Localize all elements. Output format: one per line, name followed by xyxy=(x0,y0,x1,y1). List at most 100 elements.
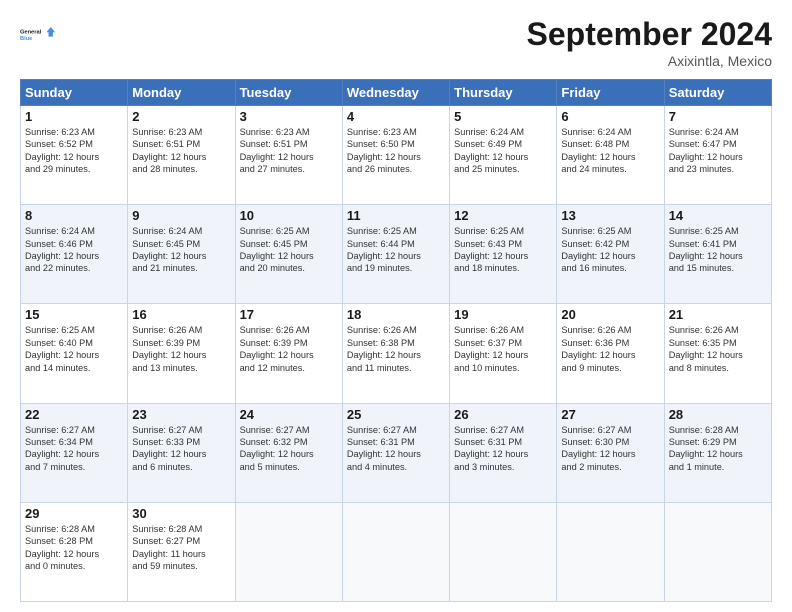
page: General Blue September 2024 Axixintla, M… xyxy=(0,0,792,612)
day-cell: 22 Sunrise: 6:27 AM Sunset: 6:34 PM Dayli… xyxy=(21,403,128,502)
logo: General Blue xyxy=(20,16,56,52)
day-cell: 24 Sunrise: 6:27 AM Sunset: 6:32 PM Dayli… xyxy=(235,403,342,502)
day-number: 12 xyxy=(454,208,552,223)
day-number: 3 xyxy=(240,109,338,124)
day-cell: 20 Sunrise: 6:26 AM Sunset: 6:36 PM Dayli… xyxy=(557,304,664,403)
day-cell: 3 Sunrise: 6:23 AM Sunset: 6:51 PM Daylig… xyxy=(235,106,342,205)
day-info: Sunrise: 6:28 AM Sunset: 6:28 PM Dayligh… xyxy=(25,523,123,573)
day-cell: 28 Sunrise: 6:28 AM Sunset: 6:29 PM Dayli… xyxy=(664,403,771,502)
day-cell: 30Sunrise: 6:28 AM Sunset: 6:27 PM Dayli… xyxy=(128,502,235,601)
day-info: Sunrise: 6:25 AM Sunset: 6:41 PM Dayligh… xyxy=(669,225,767,275)
day-number: 26 xyxy=(454,407,552,422)
day-info: Sunrise: 6:23 AM Sunset: 6:52 PM Dayligh… xyxy=(25,126,123,176)
col-header-sunday: Sunday xyxy=(21,80,128,106)
day-cell: 21Sunrise: 6:26 AM Sunset: 6:35 PM Dayli… xyxy=(664,304,771,403)
day-cell: 15 Sunrise: 6:25 AM Sunset: 6:40 PM Dayli… xyxy=(21,304,128,403)
week-row-1: 1 Sunrise: 6:23 AM Sunset: 6:52 PM Daylig… xyxy=(21,106,772,205)
day-number: 24 xyxy=(240,407,338,422)
day-cell: 23 Sunrise: 6:27 AM Sunset: 6:33 PM Dayli… xyxy=(128,403,235,502)
day-info: Sunrise: 6:28 AM Sunset: 6:29 PM Dayligh… xyxy=(669,424,767,474)
col-header-monday: Monday xyxy=(128,80,235,106)
week-row-5: 29Sunrise: 6:28 AM Sunset: 6:28 PM Dayli… xyxy=(21,502,772,601)
week-row-2: 8 Sunrise: 6:24 AM Sunset: 6:46 PM Daylig… xyxy=(21,205,772,304)
day-number: 18 xyxy=(347,307,445,322)
day-info: Sunrise: 6:26 AM Sunset: 6:37 PM Dayligh… xyxy=(454,324,552,374)
day-number: 19 xyxy=(454,307,552,322)
day-cell: 11 Sunrise: 6:25 AM Sunset: 6:44 PM Dayli… xyxy=(342,205,449,304)
day-cell: 12 Sunrise: 6:25 AM Sunset: 6:43 PM Dayli… xyxy=(450,205,557,304)
day-number: 10 xyxy=(240,208,338,223)
day-number: 1 xyxy=(25,109,123,124)
day-cell: 27Sunrise: 6:27 AM Sunset: 6:30 PM Dayli… xyxy=(557,403,664,502)
day-cell: 25 Sunrise: 6:27 AM Sunset: 6:31 PM Dayli… xyxy=(342,403,449,502)
day-info: Sunrise: 6:27 AM Sunset: 6:31 PM Dayligh… xyxy=(347,424,445,474)
day-info: Sunrise: 6:26 AM Sunset: 6:36 PM Dayligh… xyxy=(561,324,659,374)
day-info: Sunrise: 6:24 AM Sunset: 6:48 PM Dayligh… xyxy=(561,126,659,176)
location: Axixintla, Mexico xyxy=(527,53,772,69)
day-number: 16 xyxy=(132,307,230,322)
day-cell: 18Sunrise: 6:26 AM Sunset: 6:38 PM Dayli… xyxy=(342,304,449,403)
day-info: Sunrise: 6:27 AM Sunset: 6:34 PM Dayligh… xyxy=(25,424,123,474)
day-number: 23 xyxy=(132,407,230,422)
day-number: 8 xyxy=(25,208,123,223)
day-info: Sunrise: 6:26 AM Sunset: 6:39 PM Dayligh… xyxy=(240,324,338,374)
day-cell: 14Sunrise: 6:25 AM Sunset: 6:41 PM Dayli… xyxy=(664,205,771,304)
calendar: SundayMondayTuesdayWednesdayThursdayFrid… xyxy=(20,79,772,602)
day-info: Sunrise: 6:23 AM Sunset: 6:51 PM Dayligh… xyxy=(240,126,338,176)
day-cell: 7 Sunrise: 6:24 AM Sunset: 6:47 PM Daylig… xyxy=(664,106,771,205)
day-cell xyxy=(557,502,664,601)
day-number: 4 xyxy=(347,109,445,124)
title-block: September 2024 Axixintla, Mexico xyxy=(527,16,772,69)
day-number: 11 xyxy=(347,208,445,223)
day-cell: 19 Sunrise: 6:26 AM Sunset: 6:37 PM Dayli… xyxy=(450,304,557,403)
day-info: Sunrise: 6:25 AM Sunset: 6:40 PM Dayligh… xyxy=(25,324,123,374)
day-info: Sunrise: 6:24 AM Sunset: 6:47 PM Dayligh… xyxy=(669,126,767,176)
day-number: 6 xyxy=(561,109,659,124)
day-cell xyxy=(450,502,557,601)
day-info: Sunrise: 6:27 AM Sunset: 6:32 PM Dayligh… xyxy=(240,424,338,474)
day-number: 5 xyxy=(454,109,552,124)
day-cell: 29Sunrise: 6:28 AM Sunset: 6:28 PM Dayli… xyxy=(21,502,128,601)
day-info: Sunrise: 6:24 AM Sunset: 6:45 PM Dayligh… xyxy=(132,225,230,275)
col-header-tuesday: Tuesday xyxy=(235,80,342,106)
day-cell: 2Sunrise: 6:23 AM Sunset: 6:51 PM Daylig… xyxy=(128,106,235,205)
day-cell: 10 Sunrise: 6:25 AM Sunset: 6:45 PM Dayli… xyxy=(235,205,342,304)
day-cell: 13Sunrise: 6:25 AM Sunset: 6:42 PM Dayli… xyxy=(557,205,664,304)
day-cell: 17 Sunrise: 6:26 AM Sunset: 6:39 PM Dayli… xyxy=(235,304,342,403)
day-number: 25 xyxy=(347,407,445,422)
day-info: Sunrise: 6:24 AM Sunset: 6:46 PM Dayligh… xyxy=(25,225,123,275)
col-header-friday: Friday xyxy=(557,80,664,106)
day-cell xyxy=(664,502,771,601)
day-number: 20 xyxy=(561,307,659,322)
day-info: Sunrise: 6:27 AM Sunset: 6:33 PM Dayligh… xyxy=(132,424,230,474)
day-info: Sunrise: 6:25 AM Sunset: 6:44 PM Dayligh… xyxy=(347,225,445,275)
day-cell xyxy=(235,502,342,601)
day-info: Sunrise: 6:26 AM Sunset: 6:39 PM Dayligh… xyxy=(132,324,230,374)
month-title: September 2024 xyxy=(527,16,772,53)
day-info: Sunrise: 6:25 AM Sunset: 6:45 PM Dayligh… xyxy=(240,225,338,275)
day-info: Sunrise: 6:27 AM Sunset: 6:31 PM Dayligh… xyxy=(454,424,552,474)
day-number: 15 xyxy=(25,307,123,322)
day-cell xyxy=(342,502,449,601)
col-header-thursday: Thursday xyxy=(450,80,557,106)
day-number: 30 xyxy=(132,506,230,521)
day-number: 22 xyxy=(25,407,123,422)
day-info: Sunrise: 6:26 AM Sunset: 6:35 PM Dayligh… xyxy=(669,324,767,374)
week-row-4: 22 Sunrise: 6:27 AM Sunset: 6:34 PM Dayli… xyxy=(21,403,772,502)
col-header-saturday: Saturday xyxy=(664,80,771,106)
day-number: 28 xyxy=(669,407,767,422)
day-cell: 8 Sunrise: 6:24 AM Sunset: 6:46 PM Daylig… xyxy=(21,205,128,304)
col-header-wednesday: Wednesday xyxy=(342,80,449,106)
day-info: Sunrise: 6:23 AM Sunset: 6:50 PM Dayligh… xyxy=(347,126,445,176)
day-number: 17 xyxy=(240,307,338,322)
day-number: 2 xyxy=(132,109,230,124)
day-number: 7 xyxy=(669,109,767,124)
day-number: 9 xyxy=(132,208,230,223)
svg-text:Blue: Blue xyxy=(20,36,32,42)
day-info: Sunrise: 6:24 AM Sunset: 6:49 PM Dayligh… xyxy=(454,126,552,176)
day-info: Sunrise: 6:25 AM Sunset: 6:43 PM Dayligh… xyxy=(454,225,552,275)
svg-text:General: General xyxy=(20,30,42,36)
day-cell: 5 Sunrise: 6:24 AM Sunset: 6:49 PM Daylig… xyxy=(450,106,557,205)
day-info: Sunrise: 6:27 AM Sunset: 6:30 PM Dayligh… xyxy=(561,424,659,474)
day-cell: 6 Sunrise: 6:24 AM Sunset: 6:48 PM Daylig… xyxy=(557,106,664,205)
